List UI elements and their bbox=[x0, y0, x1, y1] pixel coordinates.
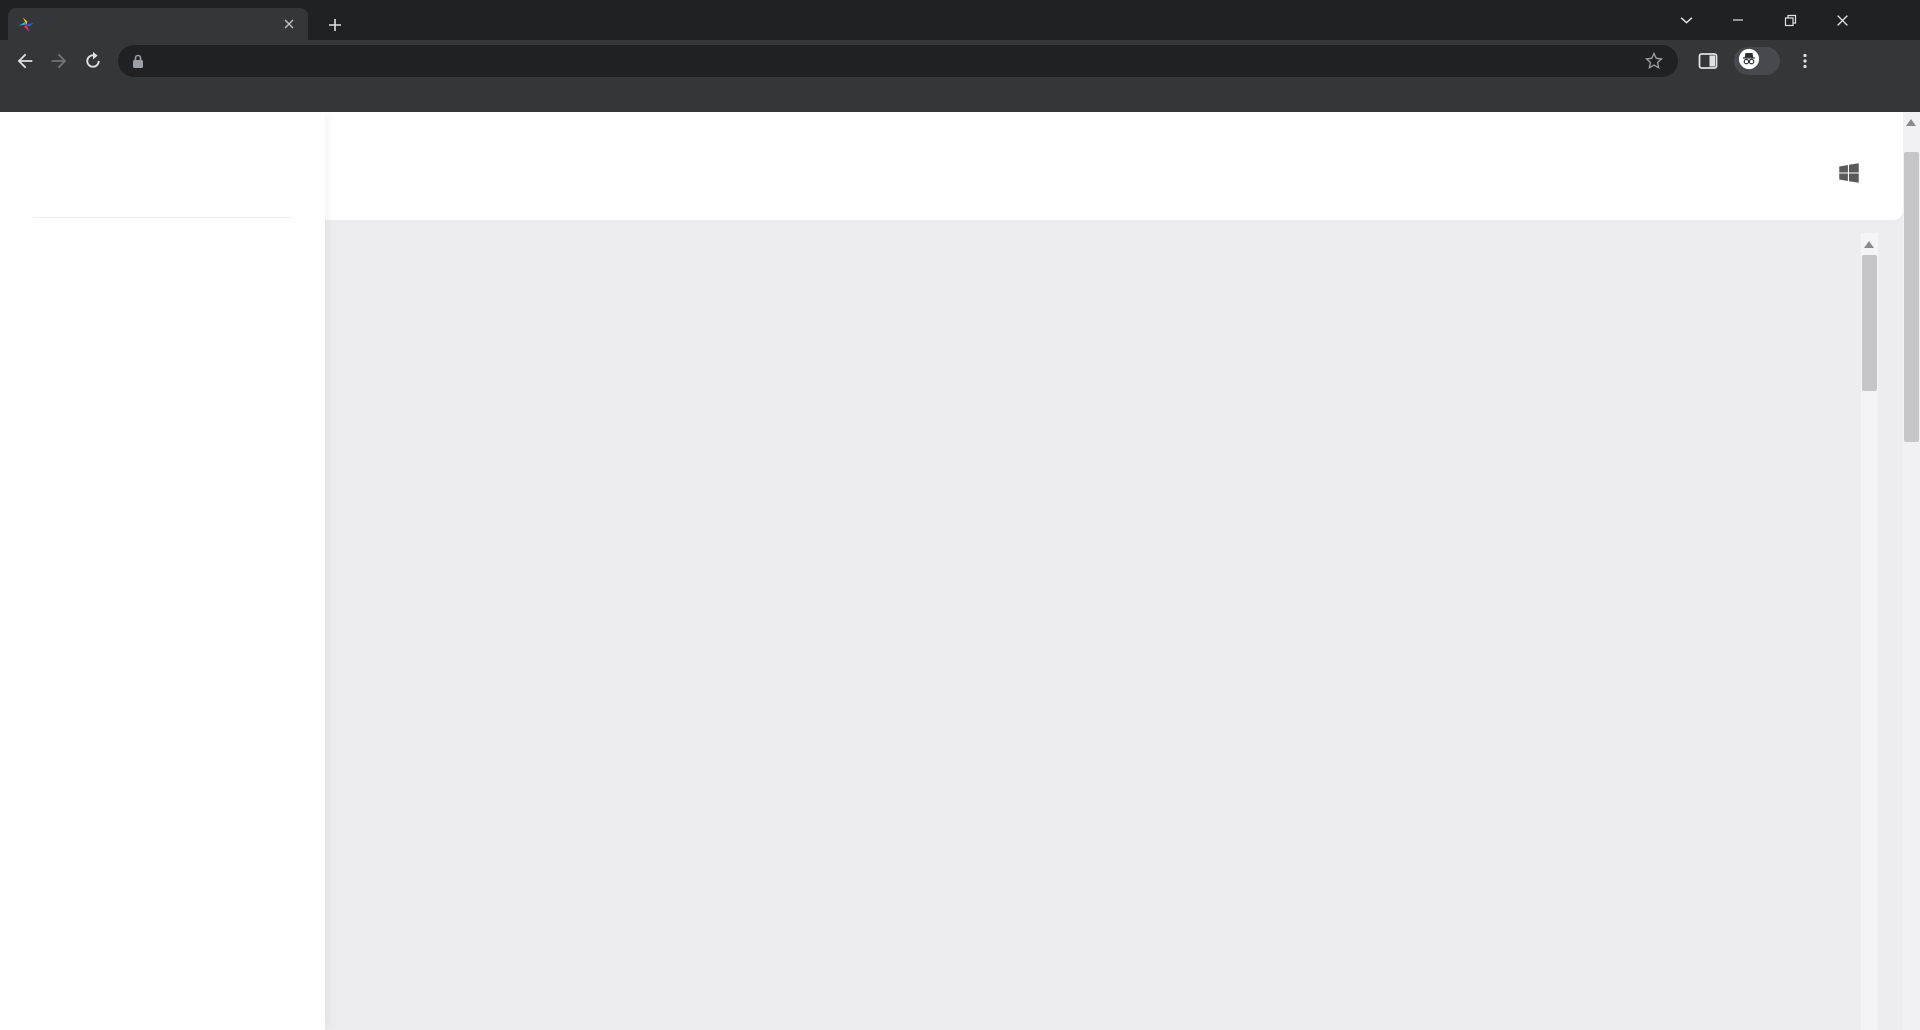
lock-icon[interactable] bbox=[132, 53, 144, 69]
address-bar[interactable] bbox=[118, 45, 1678, 77]
tab-strip bbox=[0, 0, 1920, 40]
incognito-icon bbox=[1738, 48, 1760, 75]
reload-button[interactable] bbox=[76, 44, 110, 78]
bookmark-star-icon[interactable] bbox=[1644, 51, 1664, 71]
browser-tab[interactable] bbox=[8, 8, 308, 40]
windows-logo-icon[interactable] bbox=[1836, 160, 1862, 186]
scroll-up-icon[interactable] bbox=[1906, 119, 1916, 126]
back-button[interactable] bbox=[8, 44, 42, 78]
tab-search-chevron-icon[interactable] bbox=[1660, 0, 1712, 40]
side-panel-icon[interactable] bbox=[1696, 49, 1720, 73]
window-controls bbox=[1660, 0, 1868, 40]
scroll-up-icon[interactable] bbox=[1864, 241, 1874, 248]
content-scrollbar[interactable] bbox=[1861, 233, 1878, 1030]
menu-dots-icon[interactable] bbox=[1796, 52, 1814, 70]
browser-scrollbar[interactable] bbox=[1903, 112, 1920, 1030]
incognito-badge bbox=[1734, 47, 1780, 75]
forward-button[interactable] bbox=[42, 44, 76, 78]
sidebar-divider bbox=[33, 217, 292, 218]
minimize-button[interactable] bbox=[1712, 0, 1764, 40]
bookmarks-bar bbox=[0, 82, 1920, 112]
sidebar bbox=[0, 112, 325, 1030]
page-viewport bbox=[0, 112, 1920, 1030]
restore-button[interactable] bbox=[1764, 0, 1816, 40]
content-scrollbar-thumb[interactable] bbox=[1862, 255, 1877, 391]
new-tab-button[interactable] bbox=[322, 12, 348, 38]
browser-window bbox=[0, 0, 1920, 1030]
browser-scrollbar-thumb[interactable] bbox=[1904, 152, 1919, 442]
brand-star-icon bbox=[18, 16, 35, 33]
tab-close-icon[interactable] bbox=[280, 15, 298, 33]
close-button[interactable] bbox=[1816, 0, 1868, 40]
browser-toolbar bbox=[0, 40, 1920, 82]
